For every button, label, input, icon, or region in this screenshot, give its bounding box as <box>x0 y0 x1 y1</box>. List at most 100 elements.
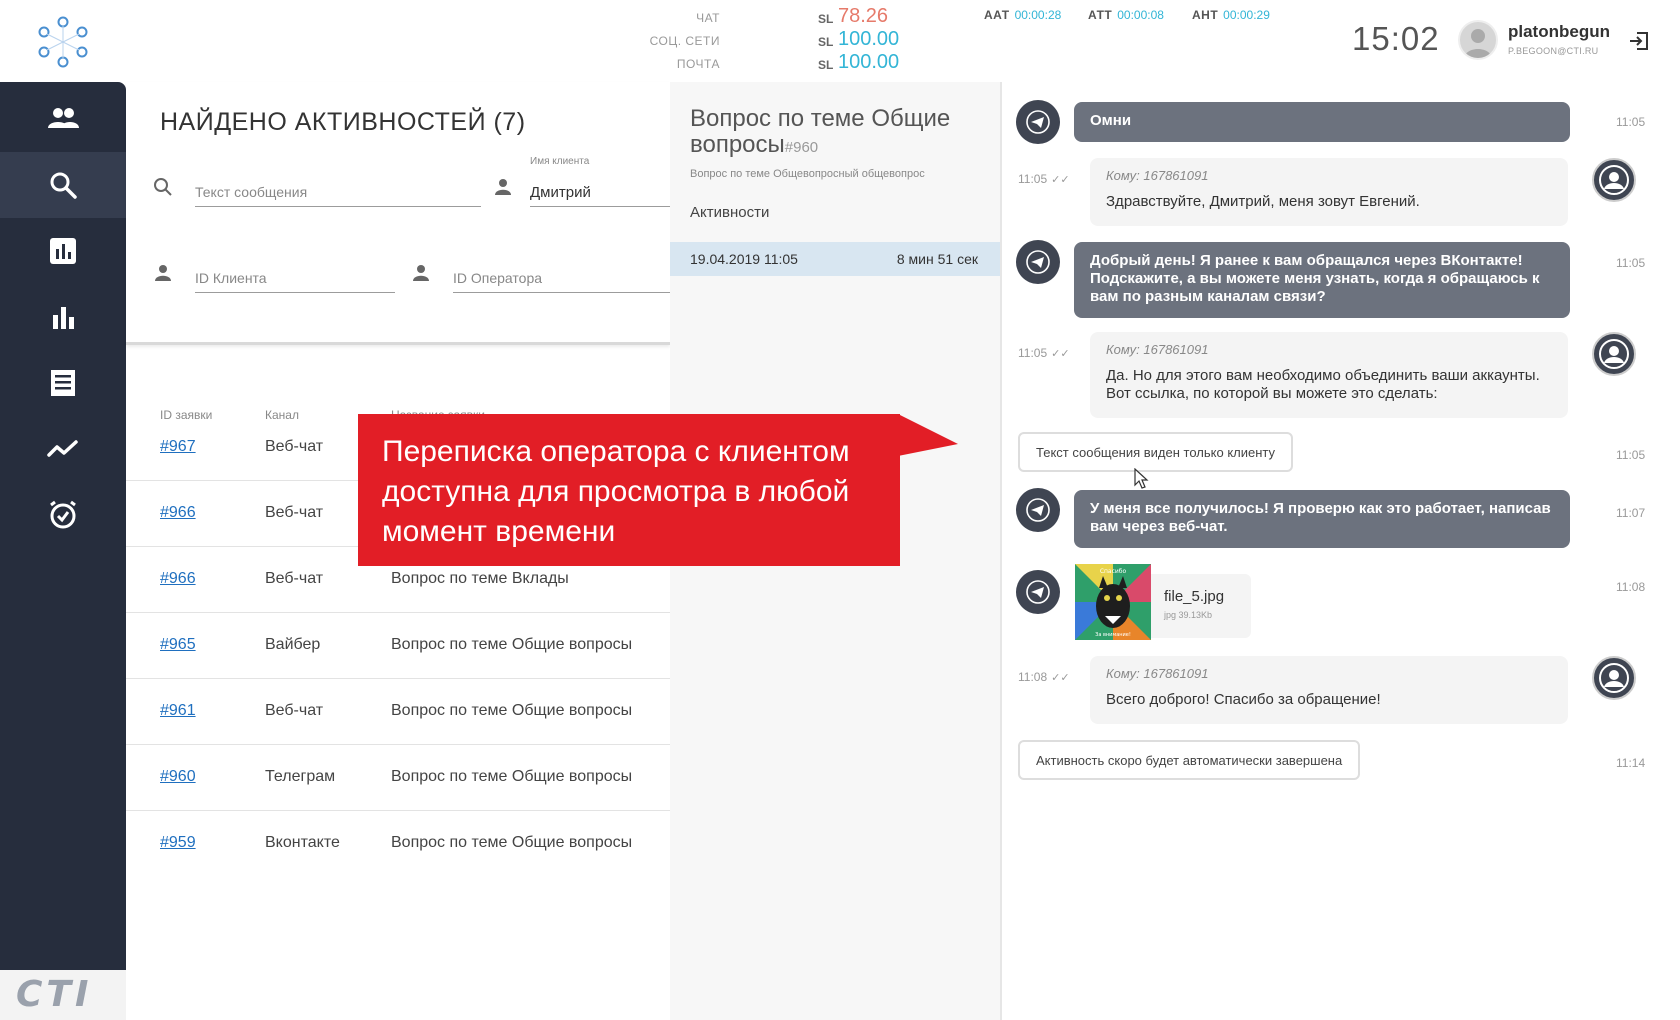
message-time: 11:08 ✓✓ <box>1018 670 1070 684</box>
activity-duration: 8 мин 51 сек <box>896 251 978 267</box>
thumb-caption-top: Спасибо <box>1100 568 1127 575</box>
request-id-link[interactable]: #961 <box>160 702 196 720</box>
table-row[interactable]: #965 Вайбер Вопрос по теме Общие вопросы <box>126 612 670 679</box>
chat-transcript: Омни 11:05 11:05 ✓✓ Кому: 167861091 Здрав… <box>1000 82 1680 1020</box>
request-name-cell: Вопрос по теме Общие вопросы <box>391 702 633 719</box>
search-panel: НАЙДЕНО АКТИВНОСТЕЙ (7) Текст сообщения … <box>126 82 670 345</box>
brand-footer: CTI <box>0 970 126 1020</box>
request-id-link[interactable]: #965 <box>160 636 196 654</box>
stat-sl: SL <box>818 58 834 72</box>
system-notice: Активность скоро будет автоматически зав… <box>1018 740 1361 780</box>
request-id-link[interactable]: #959 <box>160 834 196 852</box>
stat-value: 78.26 <box>838 5 889 27</box>
telegram-channel-icon <box>1016 100 1060 144</box>
telegram-icon <box>1026 250 1050 274</box>
message-text: Добрый день! Я ранее к вам обращался чер… <box>1090 252 1540 305</box>
channel-cell: Вконтакте <box>265 834 340 851</box>
message-time: 11:08 <box>1616 580 1646 594</box>
user-email: P.BEGOON@CTI.RU <box>1508 46 1599 56</box>
app-logo <box>38 16 88 68</box>
search-icon <box>50 172 77 199</box>
annotation-callout: Переписка оператора с клиентом доступна … <box>358 414 900 566</box>
recipient-label: Кому: 167861091 <box>1106 168 1209 183</box>
message-time: 11:05 ✓✓ <box>1018 172 1070 186</box>
telegram-channel-icon <box>1016 488 1060 532</box>
file-attachment[interactable]: Спасибо За внимание! file_5.jpg jpg 39.1… <box>1075 564 1251 640</box>
message-text: Всего доброго! Спасибо за обращение! <box>1106 691 1381 708</box>
sidebar-item-users[interactable] <box>0 86 126 152</box>
message-time: 11:05 <box>1616 256 1646 270</box>
message-search-placeholder: Текст сообщения <box>195 184 308 200</box>
sidebar-item-trends[interactable] <box>0 416 126 482</box>
message-text: Здравствуйте, Дмитрий, меня зовут Евгени… <box>1106 193 1420 210</box>
request-id-link[interactable]: #966 <box>160 504 196 522</box>
user-name[interactable]: platonbegun <box>1508 22 1610 42</box>
trend-icon <box>47 440 78 457</box>
operator-avatar-icon <box>1599 663 1629 693</box>
operator-avatar <box>1592 332 1636 376</box>
message-time-text: 11:08 <box>1018 670 1048 684</box>
message-text: Да. Но для этого вам необходимо объедини… <box>1106 367 1540 402</box>
timer-value: 00:00:08 <box>1117 8 1164 22</box>
table-row[interactable]: #959 Вконтакте Вопрос по теме Общие вопр… <box>126 810 670 876</box>
callout-text: Переписка оператора с клиентом доступна … <box>382 435 850 548</box>
activities-heading: Активности <box>690 204 770 221</box>
timer-att: АТТ 00:00:08 <box>1088 8 1164 22</box>
bar-chart-icon <box>53 307 74 329</box>
file-thumbnail: Спасибо За внимание! <box>1075 564 1151 640</box>
message-time: 11:07 <box>1616 506 1646 520</box>
request-id-link[interactable]: #967 <box>160 438 196 456</box>
channel-cell: Веб-чат <box>265 570 324 587</box>
sidebar-item-statistics[interactable] <box>0 284 126 350</box>
client-name-field[interactable]: Имя клиента Дмитрий <box>530 156 670 207</box>
sidebar-item-search[interactable] <box>0 152 126 218</box>
timer-label: ААТ <box>984 8 1010 22</box>
recipient-label: Кому: 167861091 <box>1106 666 1209 681</box>
callout-arrow <box>898 414 958 456</box>
thumb-caption-bottom: За внимание! <box>1095 632 1131 638</box>
message-time-text: 11:05 <box>1018 346 1048 360</box>
operator-avatar-icon <box>1599 165 1629 195</box>
sidebar <box>0 82 126 970</box>
client-message: У меня все получилось! Я проверю как это… <box>1074 490 1570 548</box>
operator-message: Кому: 167861091 Здравствуйте, Дмитрий, м… <box>1090 158 1568 226</box>
delivered-check-icon: ✓✓ <box>1051 174 1070 186</box>
activity-row[interactable]: 19.04.2019 11:05 8 мин 51 сек <box>670 242 1000 276</box>
operator-message: Кому: 167861091 Да. Но для этого вам нео… <box>1090 332 1568 418</box>
message-text: Омни <box>1090 112 1132 129</box>
operator-id-placeholder: ID Оператора <box>453 270 543 286</box>
user-avatar[interactable] <box>1458 20 1498 60</box>
message-time-text: 11:05 <box>1018 172 1048 186</box>
delivered-check-icon: ✓✓ <box>1051 348 1070 360</box>
timer-value: 00:00:29 <box>1223 8 1270 22</box>
client-name-value: Дмитрий <box>530 184 591 201</box>
message-search-input[interactable]: Текст сообщения <box>195 176 481 207</box>
recipient-label: Кому: 167861091 <box>1106 342 1209 357</box>
client-id-placeholder: ID Клиента <box>195 270 267 286</box>
sidebar-item-reports[interactable] <box>0 218 126 284</box>
sidebar-item-list[interactable] <box>0 350 126 416</box>
telegram-icon <box>1026 110 1050 134</box>
telegram-channel-icon <box>1016 570 1060 614</box>
list-icon <box>51 370 75 396</box>
file-name: file_5.jpg <box>1164 588 1225 605</box>
table-row[interactable]: #960 Телеграм Вопрос по теме Общие вопро… <box>126 744 670 811</box>
delivered-check-icon: ✓✓ <box>1051 672 1070 684</box>
sidebar-item-alarms[interactable] <box>0 482 126 548</box>
logout-icon[interactable] <box>1628 30 1650 52</box>
client-id-input[interactable]: ID Клиента <box>195 262 395 293</box>
table-row[interactable]: #961 Веб-чат Вопрос по теме Общие вопрос… <box>126 678 670 745</box>
person-icon <box>413 265 429 281</box>
request-id-link[interactable]: #960 <box>160 768 196 786</box>
request-subtitle: Вопрос по теме Общевопросный общевопрос <box>690 168 925 180</box>
timer-aht: АНТ 00:00:29 <box>1192 8 1270 22</box>
search-icon <box>154 178 172 196</box>
request-number: #960 <box>784 139 819 156</box>
operator-id-input[interactable]: ID Оператора <box>453 262 670 293</box>
report-icon <box>50 238 76 264</box>
alarm-icon <box>50 500 76 529</box>
message-text: У меня все получилось! Я проверю как это… <box>1090 500 1551 535</box>
channel-cell: Веб-чат <box>265 438 324 455</box>
telegram-icon <box>1026 498 1050 522</box>
request-id-link[interactable]: #966 <box>160 570 196 588</box>
